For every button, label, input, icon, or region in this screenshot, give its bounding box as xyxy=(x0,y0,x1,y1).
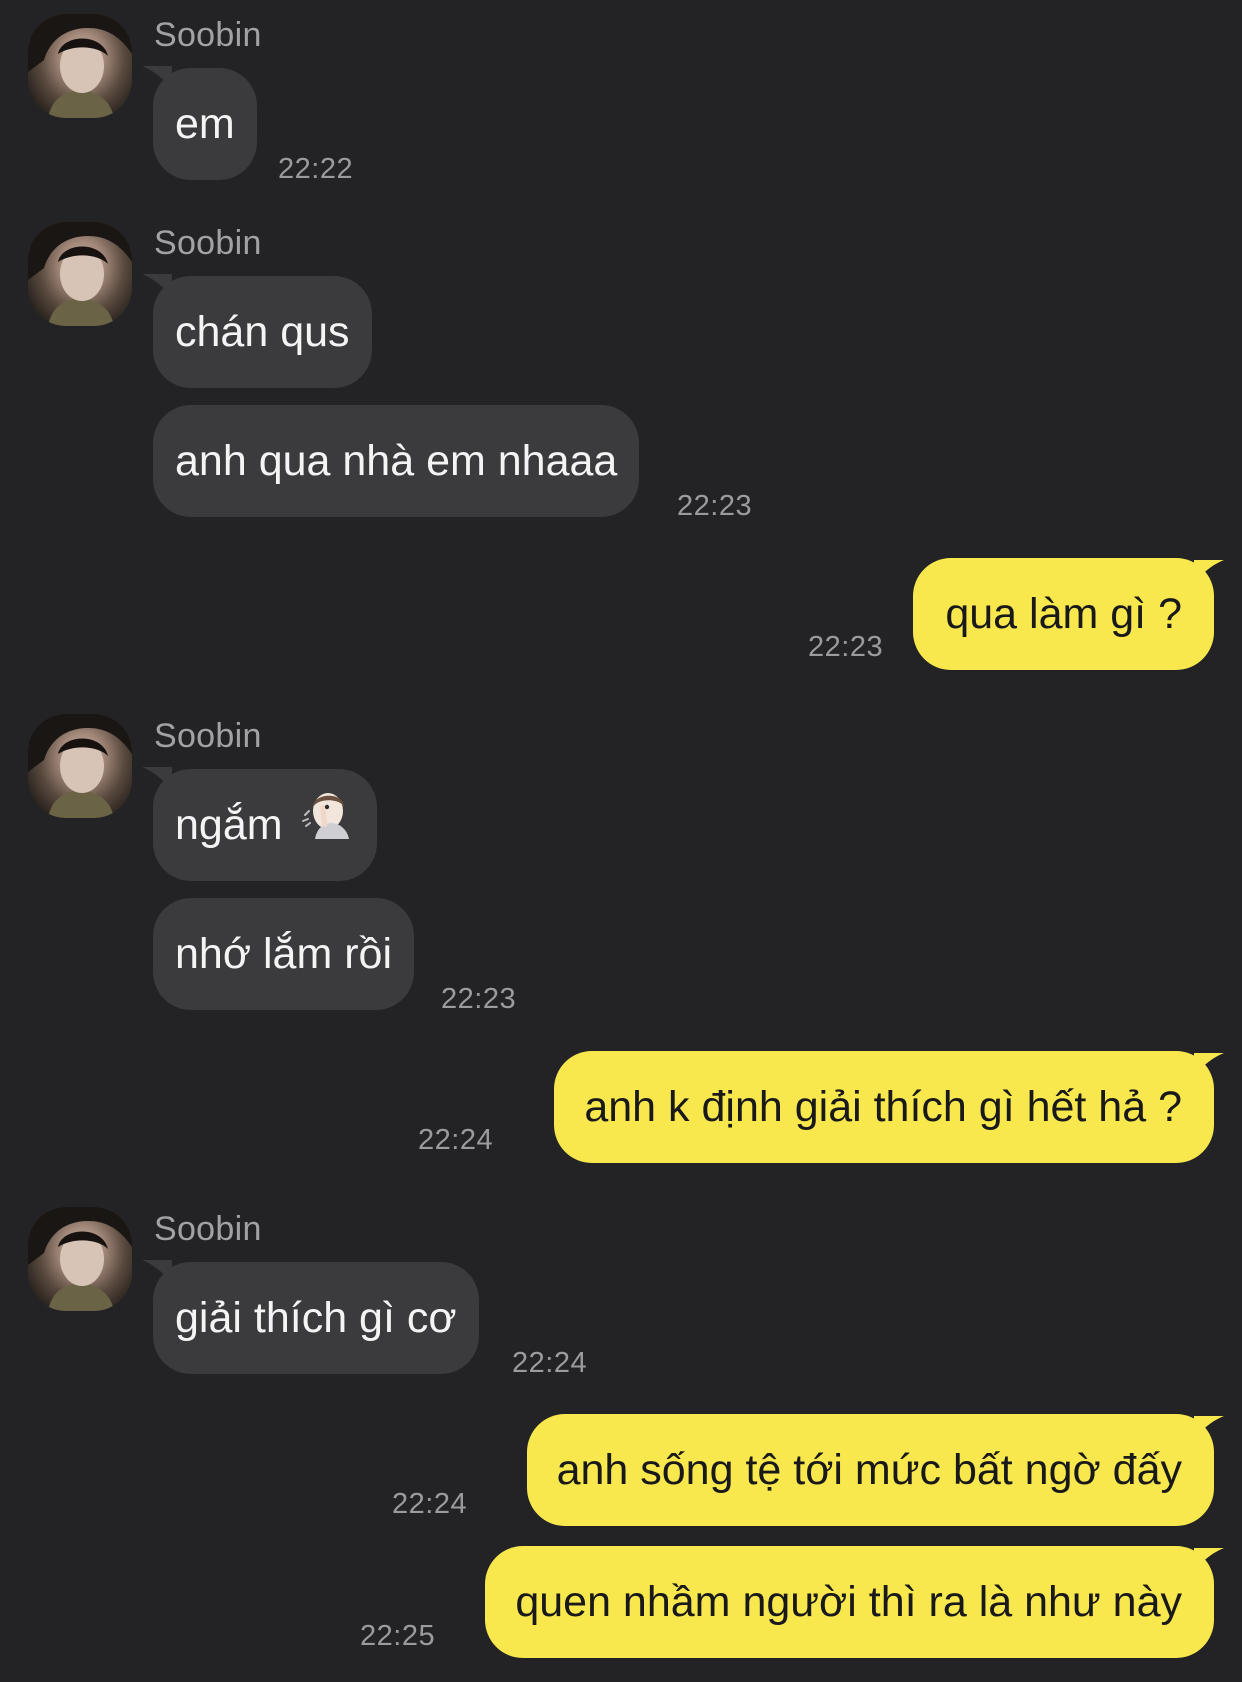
message-timestamp: 22:24 xyxy=(392,1488,468,1520)
message-timestamp: 22:25 xyxy=(360,1620,436,1652)
message-timestamp: 22:24 xyxy=(512,1347,588,1379)
message-bubble[interactable]: ngắm xyxy=(153,769,377,881)
message-timestamp: 22:23 xyxy=(441,983,517,1015)
message-bubble[interactable]: nhớ lắm rồi xyxy=(153,898,414,1010)
message-bubble[interactable]: em xyxy=(153,68,257,180)
sender-name: Soobin xyxy=(154,717,262,755)
avatar[interactable] xyxy=(28,14,132,118)
bubble-tail xyxy=(1194,1053,1224,1075)
message-timestamp: 22:22 xyxy=(278,153,354,185)
avatar[interactable] xyxy=(28,222,132,326)
message-bubble[interactable]: qua làm gì ? xyxy=(913,558,1214,670)
sender-name: Soobin xyxy=(154,224,262,262)
message-bubble[interactable]: quen nhầm người thì ra là như này xyxy=(485,1546,1214,1658)
message-bubble[interactable]: anh qua nhà em nhaaa xyxy=(153,405,640,517)
bubble-tail xyxy=(1194,1416,1224,1438)
bubble-tail xyxy=(1194,560,1224,582)
message-bubble[interactable]: giải thích gì cơ xyxy=(153,1262,479,1374)
avatar[interactable] xyxy=(28,714,132,818)
message-timestamp: 22:23 xyxy=(808,631,884,663)
message-timestamp: 22:24 xyxy=(418,1124,494,1156)
sender-name: Soobin xyxy=(154,1210,262,1248)
message-text: ngắm xyxy=(175,801,283,849)
message-bubble[interactable]: anh sống tệ tới mức bất ngờ đấy xyxy=(526,1414,1214,1526)
person-shushing-emoji-icon xyxy=(297,769,351,881)
bubble-tail xyxy=(1194,1548,1224,1570)
message-bubble[interactable]: chán qus xyxy=(153,276,372,388)
sender-name: Soobin xyxy=(154,16,262,54)
message-timestamp: 22:23 xyxy=(677,490,753,522)
avatar[interactable] xyxy=(28,1207,132,1311)
message-bubble[interactable]: anh k định giải thích gì hết hả ? xyxy=(554,1051,1214,1163)
